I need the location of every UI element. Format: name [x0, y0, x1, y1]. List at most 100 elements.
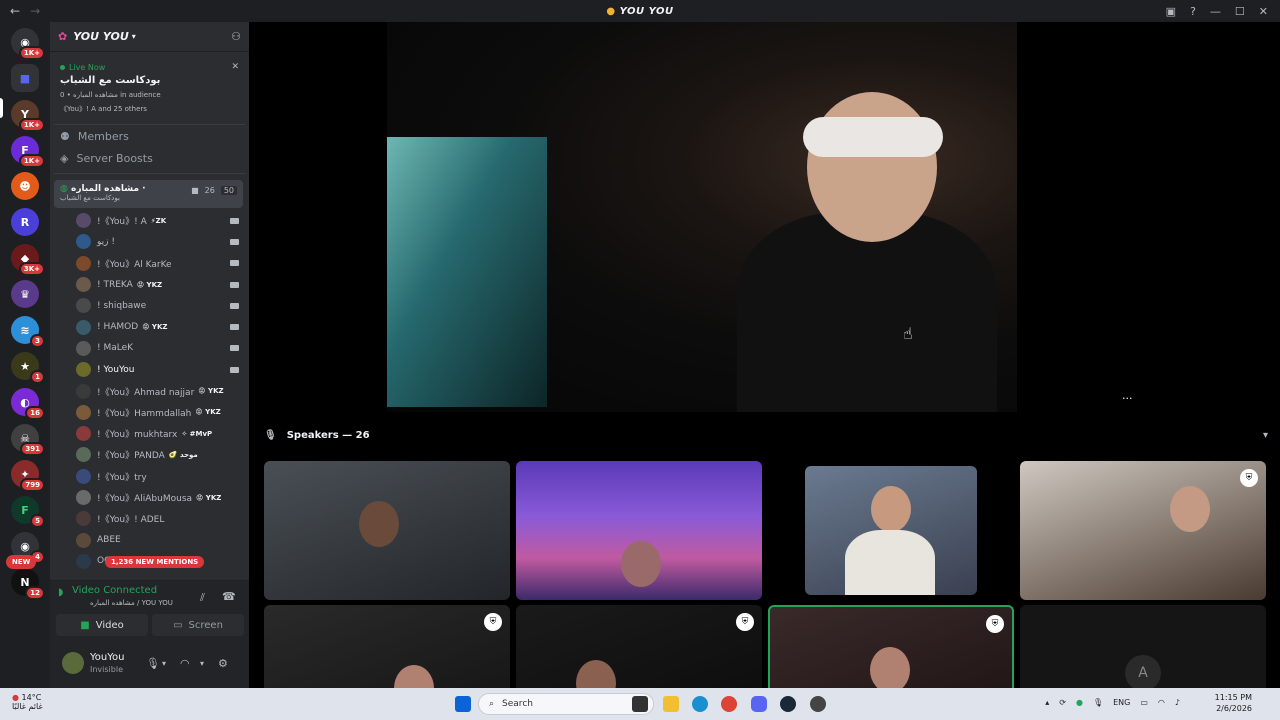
server-icon[interactable]: ★ 1	[11, 352, 45, 384]
voice-user-row[interactable]: ! MaLeK	[50, 338, 249, 359]
volume-icon[interactable]: ♪	[1175, 698, 1180, 707]
server-icon[interactable]: R	[11, 208, 39, 236]
close-icon[interactable]: ✕	[231, 62, 239, 72]
voice-user-row[interactable]: ! TREKA 😡 YKZ	[50, 274, 249, 295]
wifi-icon[interactable]: ◠	[1158, 698, 1165, 707]
microphone-icon[interactable]: 🎙	[1093, 698, 1103, 707]
headphones-icon[interactable]: ◠	[180, 657, 190, 670]
avatar	[76, 532, 91, 548]
video-button[interactable]: ■ Video	[56, 614, 148, 636]
main-video-stream[interactable]	[387, 22, 1017, 412]
chevron-down-icon[interactable]: ▾	[200, 659, 204, 668]
server-icon[interactable]: ◐ 16	[11, 388, 45, 420]
voice-user-row[interactable]: ABEE	[50, 529, 249, 550]
inbox-icon[interactable]: ▣	[1166, 5, 1176, 18]
weather-widget[interactable]: ● 14°C غائم غالبًا	[12, 693, 43, 711]
voice-user-row[interactable]: !《You》try	[50, 466, 249, 487]
avatar	[76, 553, 91, 569]
chevron-down-icon[interactable]: ▾	[162, 659, 166, 668]
chevron-down-icon[interactable]: ▾	[1263, 430, 1268, 441]
file-explorer-icon[interactable]	[663, 696, 679, 712]
chrome-icon[interactable]	[721, 696, 737, 712]
taskbar-clock[interactable]: 11:15 PM 2/6/2026	[1215, 692, 1252, 714]
status-dot-icon[interactable]: ●	[1076, 698, 1083, 707]
username: YouYou	[90, 652, 125, 663]
task-view-icon[interactable]	[632, 696, 648, 712]
live-dot-icon	[60, 64, 65, 70]
add-member-icon[interactable]: ⚇	[231, 30, 241, 43]
camera-icon	[230, 238, 239, 245]
voice-user-row[interactable]: ! HAMOD 😡 YKZ	[50, 316, 249, 337]
stage-title: بودكاست مع الشباب	[60, 75, 161, 86]
speaker-tile[interactable]: A	[1020, 605, 1266, 688]
speaker-tile-active[interactable]: ⛨	[768, 605, 1014, 688]
server-icon[interactable]: ≋ 3	[11, 316, 45, 348]
steam-icon[interactable]	[780, 696, 796, 712]
speaker-tile[interactable]: ⛨	[264, 605, 510, 688]
server-icon: ●	[606, 5, 620, 17]
maximize-icon[interactable]: ☐	[1235, 5, 1245, 18]
server-icon[interactable]: ♛	[11, 280, 39, 308]
speaker-tile[interactable]: ⛨	[516, 605, 762, 688]
voice-user-row[interactable]: ! shiqbawe	[50, 295, 249, 316]
new-mentions-pill[interactable]: 1,236 NEW MENTIONS	[105, 556, 205, 568]
voice-user-row[interactable]: !《You》PANDA 🥑 موحد	[50, 444, 249, 465]
voice-user-row[interactable]: !《You》! ADEL	[50, 508, 249, 529]
voice-user-row[interactable]: !《You》Ahmad najjar 😡 YKZ	[50, 380, 249, 401]
speaker-face	[394, 665, 434, 688]
screen-share-button[interactable]: ▭ Screen	[152, 614, 244, 636]
speaker-tile[interactable]: ⛨	[1020, 461, 1266, 600]
avatar	[76, 298, 91, 314]
server-boosts-link[interactable]: ◈ Server Boosts	[50, 147, 249, 169]
members-link[interactable]: ⚉ Members	[50, 125, 249, 147]
voice-user-name: !《You》Ahmad najjar	[97, 387, 195, 398]
live-stage-card[interactable]: Live Now ✕ بودكاست مع الشباب مشاهده المبا…	[54, 56, 245, 120]
voice-user-row[interactable]: !《You》Hammdallah 😡 YKZ	[50, 402, 249, 423]
server-icon[interactable]: ✦ 799	[11, 460, 45, 492]
sync-icon[interactable]: ⟳	[1059, 698, 1066, 707]
voice-channel-item[interactable]: ◍ مشاهده المباره · بودكاست مع الشباب ■ 26…	[54, 180, 243, 208]
discord-icon[interactable]	[751, 696, 767, 712]
edge-icon[interactable]	[692, 696, 708, 712]
server-icon[interactable]: Y 1K+	[11, 100, 45, 132]
avatar[interactable]	[62, 652, 84, 674]
server-icon[interactable]: ◆ 3K+	[11, 244, 45, 276]
server-icon[interactable]: F5	[11, 496, 45, 528]
server-icon[interactable]: N 12	[11, 568, 45, 600]
folder-icon[interactable]: ■	[11, 64, 39, 92]
window-title: ● YOU YOU	[606, 5, 674, 17]
voice-status: Video Connected	[72, 585, 158, 596]
speaker-tile[interactable]	[264, 461, 510, 600]
voice-user-row[interactable]: !《You》Al KarKe	[50, 253, 249, 274]
display-icon[interactable]: ▭	[1140, 698, 1148, 707]
speaker-headband	[803, 117, 943, 157]
server-icon[interactable]: ☻	[11, 172, 39, 200]
speaker-tile[interactable]	[805, 466, 977, 595]
voice-user-row[interactable]: ! YouYou	[50, 359, 249, 380]
server-icon[interactable]: F 1K+	[11, 136, 45, 168]
home-button[interactable]: ◉ 1K+	[11, 28, 45, 60]
close-icon[interactable]: ✕	[1259, 5, 1268, 18]
start-button[interactable]	[455, 696, 471, 712]
noise-suppression-icon[interactable]: ⫽	[200, 591, 205, 605]
microphone-icon[interactable]: 🎙	[146, 657, 160, 670]
language-indicator[interactable]: ENG	[1113, 698, 1130, 707]
server-icon[interactable]: ☠ 391	[11, 424, 45, 456]
voice-user-row[interactable]: زيو !	[50, 231, 249, 252]
more-options-icon[interactable]: ···	[1122, 392, 1133, 405]
camera-icon	[230, 281, 239, 288]
chevron-up-icon[interactable]: ▴	[1045, 698, 1049, 707]
server-header[interactable]: ✿ YOU YOU ▾ ⚇	[50, 22, 249, 52]
voice-user-row[interactable]: !《You》AliAbuMousa 😡 YKZ	[50, 487, 249, 508]
disconnect-icon[interactable]: ☎	[222, 590, 236, 603]
help-icon[interactable]: ?	[1190, 5, 1196, 18]
voice-user-name: !《You》! A	[97, 217, 147, 228]
voice-user-row[interactable]: !《You》! A ⚡ZK	[50, 210, 249, 231]
gear-icon[interactable]: ⚙	[218, 657, 228, 670]
taskbar-search[interactable]: ⌕ Search	[478, 693, 654, 715]
minimize-icon[interactable]: —	[1210, 5, 1221, 18]
speaker-tile[interactable]	[516, 461, 762, 600]
new-unreads-pill[interactable]: NEW	[6, 555, 37, 569]
voice-user-row[interactable]: !《You》mukhtarx ✧ #MvP	[50, 423, 249, 444]
app-icon[interactable]	[810, 696, 826, 712]
